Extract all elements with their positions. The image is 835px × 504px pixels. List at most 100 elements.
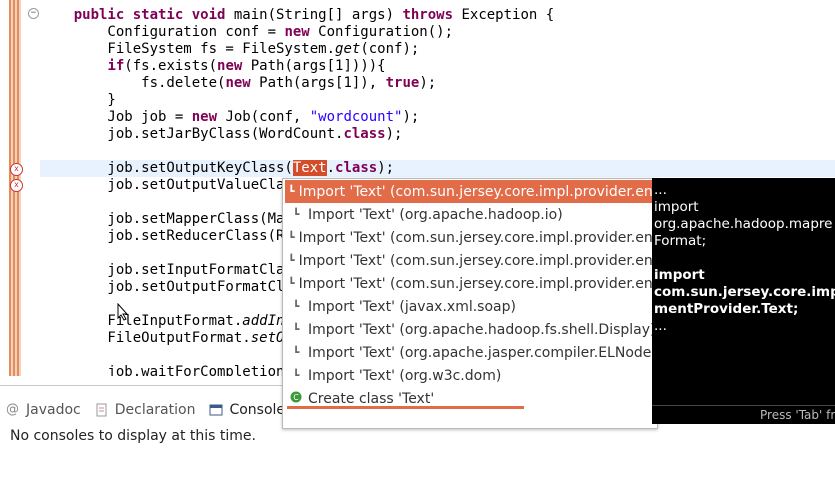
autocomplete-item-label: Create class 'Text' xyxy=(308,390,435,407)
code-line[interactable]: job.setOutputKeyClass(Text.class); xyxy=(40,160,394,177)
at-icon: @ xyxy=(6,402,19,417)
svg-text:C: C xyxy=(293,393,299,402)
import-icon: ┗ xyxy=(288,277,295,290)
code-token: job.setOutputValueClas xyxy=(40,177,293,193)
autocomplete-item[interactable]: ┗ Import 'Text' (com.sun.jersey.core.impl… xyxy=(285,180,657,203)
autocomplete-item[interactable]: ┗ Import 'Text' (com.sun.jersey.core.impl… xyxy=(285,272,657,295)
code-line[interactable]: job.setReducerClass(Re xyxy=(40,228,293,245)
autocomplete-item-label: Import 'Text' (org.apache.hadoop.fs.shel… xyxy=(308,321,656,338)
import-icon: ┗ xyxy=(288,231,295,244)
code-token: Path(args[1]))){ xyxy=(242,58,386,74)
preview-line: mentProvider.Text; xyxy=(654,301,799,317)
error-lightbulb-icon[interactable]: x xyxy=(10,163,23,176)
code-line[interactable]: job.setMapperClass(Map xyxy=(40,211,293,228)
editor-left-margin xyxy=(0,0,9,376)
code-token: Path(args[1]), xyxy=(250,75,386,91)
code-token: job.waitForCompletion( xyxy=(40,364,293,376)
code-token: ); xyxy=(385,126,403,142)
code-token: class xyxy=(335,160,378,176)
code-line[interactable]: Configuration conf = new Configuration()… xyxy=(40,24,453,41)
code-token: job.setMapperClass(Map xyxy=(40,211,293,227)
code-line[interactable]: job.setInputFormatClas xyxy=(40,262,292,279)
autocomplete-popup[interactable]: ┗ Import 'Text' (com.sun.jersey.core.impl… xyxy=(282,178,658,429)
code-token: ); xyxy=(402,109,420,125)
autocomplete-item[interactable]: ┗ Import 'Text' (org.apache.hadoop.io) xyxy=(285,203,657,226)
code-line[interactable]: FileOutputFormat.setOu xyxy=(40,330,292,347)
code-token: FileOutputFormat. xyxy=(40,330,251,346)
code-token: ); xyxy=(419,75,437,91)
no-consoles-message: No consoles to display at this time. xyxy=(10,428,256,444)
preview-line: org.apache.hadoop.mapre xyxy=(654,216,833,232)
code-token: new xyxy=(225,75,251,91)
code-line[interactable]: FileInputFormat.addInp xyxy=(40,313,292,330)
highlighted-symbol: Text xyxy=(292,160,327,176)
code-token: fs.delete( xyxy=(40,75,226,91)
code-token: job.setOutputFormatCla xyxy=(40,279,293,295)
declaration-icon xyxy=(95,403,109,417)
autocomplete-item-label: Import 'Text' (org.apache.hadoop.io) xyxy=(308,206,563,223)
preview-line: import xyxy=(654,199,699,215)
autocomplete-item-label: Import 'Text' (com.sun.jersey.core.impl.… xyxy=(298,252,658,269)
code-line[interactable]: public static void main(String[] args) t… xyxy=(40,7,554,24)
autocomplete-item[interactable]: ┗ Import 'Text' (javax.xml.soap) xyxy=(285,295,657,318)
code-token: new xyxy=(191,109,218,125)
code-token: Job(conf, xyxy=(217,109,310,125)
tab-declaration[interactable]: Declaration xyxy=(89,394,204,426)
code-token: class xyxy=(343,126,386,142)
code-line[interactable]: fs.delete(new Path(args[1]), true); xyxy=(40,75,436,92)
code-line[interactable]: job.setOutputValueClas xyxy=(40,177,293,194)
console-icon xyxy=(209,403,223,417)
code-line[interactable]: job.setJarByClass(WordCount.class); xyxy=(40,126,402,143)
autocomplete-item[interactable]: ┗ Import 'Text' (org.apache.jasper.compil… xyxy=(285,341,657,364)
fold-toggle-icon[interactable]: − xyxy=(28,8,39,19)
code-token: (fs.exists( xyxy=(124,58,218,74)
code-line[interactable]: } xyxy=(40,92,116,109)
code-token: new xyxy=(217,58,243,74)
code-line[interactable]: job.waitForCompletion( xyxy=(40,364,293,376)
import-icon: ┗ xyxy=(292,369,300,382)
code-token: "wordcount" xyxy=(309,109,403,125)
preview-footer: Press 'Tab' fro xyxy=(652,405,835,424)
import-icon: ┗ xyxy=(288,254,295,267)
autocomplete-item[interactable]: ┗ Import 'Text' (org.w3c.dom) xyxy=(285,364,657,387)
code-token: job.setReducerClass(Re xyxy=(40,228,293,244)
preview-line: Format; xyxy=(654,233,707,249)
import-icon: ┗ xyxy=(292,346,300,359)
tab-label: Console xyxy=(229,402,286,418)
autocomplete-item[interactable]: ┗ Import 'Text' (com.sun.jersey.core.impl… xyxy=(285,249,657,272)
code-token: (conf); xyxy=(360,41,420,57)
code-token: job.setJarByClass(WordCount. xyxy=(40,126,344,142)
import-icon: ┗ xyxy=(292,300,300,313)
preview-footer-text: Press 'Tab' fro xyxy=(760,408,835,422)
import-icon: ┗ xyxy=(292,323,300,336)
code-token: get xyxy=(335,41,361,57)
code-line[interactable]: Job job = new Job(conf, "wordcount"); xyxy=(40,109,419,126)
autocomplete-item-label: Import 'Text' (com.sun.jersey.core.impl.… xyxy=(298,275,658,292)
code-line[interactable]: job.setOutputFormatCla xyxy=(40,279,293,296)
tab-label: Declaration xyxy=(114,402,196,418)
code-token: main(String[] args) xyxy=(225,7,403,23)
code-token: Configuration conf = xyxy=(40,24,285,40)
code-token: } xyxy=(40,92,116,108)
code-line[interactable]: if(fs.exists(new Path(args[1]))){ xyxy=(40,58,386,75)
bottom-panel-tabs: @ Javadoc Declaration Console xyxy=(0,394,300,426)
preview-line: ... xyxy=(654,318,667,334)
code-token: Job job = xyxy=(40,109,192,125)
tab-javadoc[interactable]: @ Javadoc xyxy=(0,394,89,426)
import-icon: ┗ xyxy=(288,185,295,198)
tab-console[interactable]: Console xyxy=(203,394,293,426)
quick-fix-preview: ... import org.apache.hadoop.mapre Format; i… xyxy=(652,178,835,423)
error-icon[interactable]: x xyxy=(10,179,23,192)
preview-line: com.sun.jersey.core.impl. xyxy=(654,284,835,300)
code-token: FileSystem fs = FileSystem. xyxy=(40,41,336,57)
autocomplete-item[interactable]: ┗ Import 'Text' (com.sun.jersey.core.impl… xyxy=(285,226,657,249)
code-token: . xyxy=(326,160,336,176)
autocomplete-item[interactable]: ┗ Import 'Text' (org.apache.hadoop.fs.she… xyxy=(285,318,657,341)
annotation-ruler xyxy=(24,0,40,376)
create-class-icon: C xyxy=(288,391,304,406)
code-token: FileInputFormat. xyxy=(40,313,243,329)
code-line[interactable]: FileSystem fs = FileSystem.get(conf); xyxy=(40,41,419,58)
autocomplete-item-label: Import 'Text' (org.w3c.dom) xyxy=(308,367,502,384)
code-token: Exception { xyxy=(453,7,555,23)
